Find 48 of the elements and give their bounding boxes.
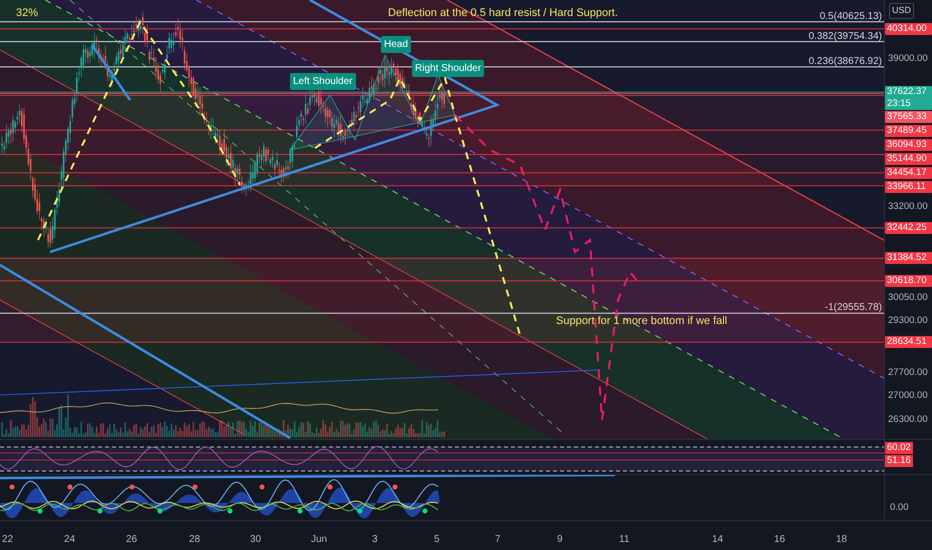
- oscillator-tick: 0.00: [890, 501, 908, 515]
- time-tick: Jun: [311, 533, 328, 547]
- price-value: 37565.33: [887, 111, 927, 124]
- price-tick: 33200.00: [888, 200, 928, 213]
- fib-level-label: -1(29555.78): [824, 301, 882, 316]
- price-value: 28634.51: [887, 336, 927, 348]
- fib-level-label: 0.382(39754.34): [808, 30, 882, 44]
- price-value: 37489.45: [887, 125, 927, 138]
- price-value: 37622.37: [887, 86, 927, 98]
- time-tick: 16: [774, 533, 786, 547]
- price-tick: 39000.00: [888, 53, 928, 66]
- price-value: 30618.70: [887, 274, 927, 287]
- price-tick: 27000.00: [888, 390, 928, 402]
- time-tick: 28: [189, 533, 200, 547]
- time-tick: 9: [557, 533, 563, 547]
- currency-badge[interactable]: USD: [889, 3, 914, 18]
- time-tick: 3: [372, 533, 378, 547]
- chart-note: Deflection at the 0.5 hard resist / Hard Support.: [388, 6, 618, 21]
- pattern-label: Right Shoulder: [412, 60, 484, 77]
- chart-note: Support for 1 more bottom if we fall: [556, 314, 728, 329]
- rsi-value-label: 51.16: [885, 455, 913, 467]
- price-value: 35144.90: [887, 153, 927, 166]
- price-tick: 30050.00: [888, 292, 928, 304]
- price-tick: 27700.00: [888, 366, 928, 379]
- price-value: 33966.11: [887, 181, 926, 194]
- price-value: 36094.93: [887, 139, 927, 152]
- price-tick: 26300.00: [888, 414, 928, 426]
- price-value: 32442.25: [887, 222, 927, 234]
- time-tick: 22: [2, 533, 14, 547]
- pattern-label: Head: [381, 36, 411, 53]
- price-tick: 29300.00: [888, 315, 928, 328]
- time-tick: 24: [64, 533, 76, 547]
- time-tick: 18: [836, 533, 848, 547]
- time-tick: 26: [126, 533, 138, 547]
- countdown-timer: 23:15: [887, 98, 911, 110]
- time-tick: 14: [712, 533, 724, 547]
- fib-level-label: 0.236(38676.92): [808, 54, 882, 69]
- time-tick: 5: [434, 533, 440, 547]
- time-tick: 30: [250, 533, 262, 547]
- price-value: 34454.17: [887, 167, 927, 180]
- pattern-label: Left Shoulder: [290, 73, 356, 90]
- time-tick: 11: [619, 533, 630, 547]
- rsi-value-label: 60.02: [885, 442, 913, 454]
- price-value: 40314.00: [887, 22, 927, 35]
- price-value: 31384.52: [887, 252, 927, 264]
- time-tick: 7: [495, 533, 501, 547]
- fib-level-label: 0.5(40625.13): [820, 10, 882, 24]
- percent-label: 32%: [16, 6, 38, 21]
